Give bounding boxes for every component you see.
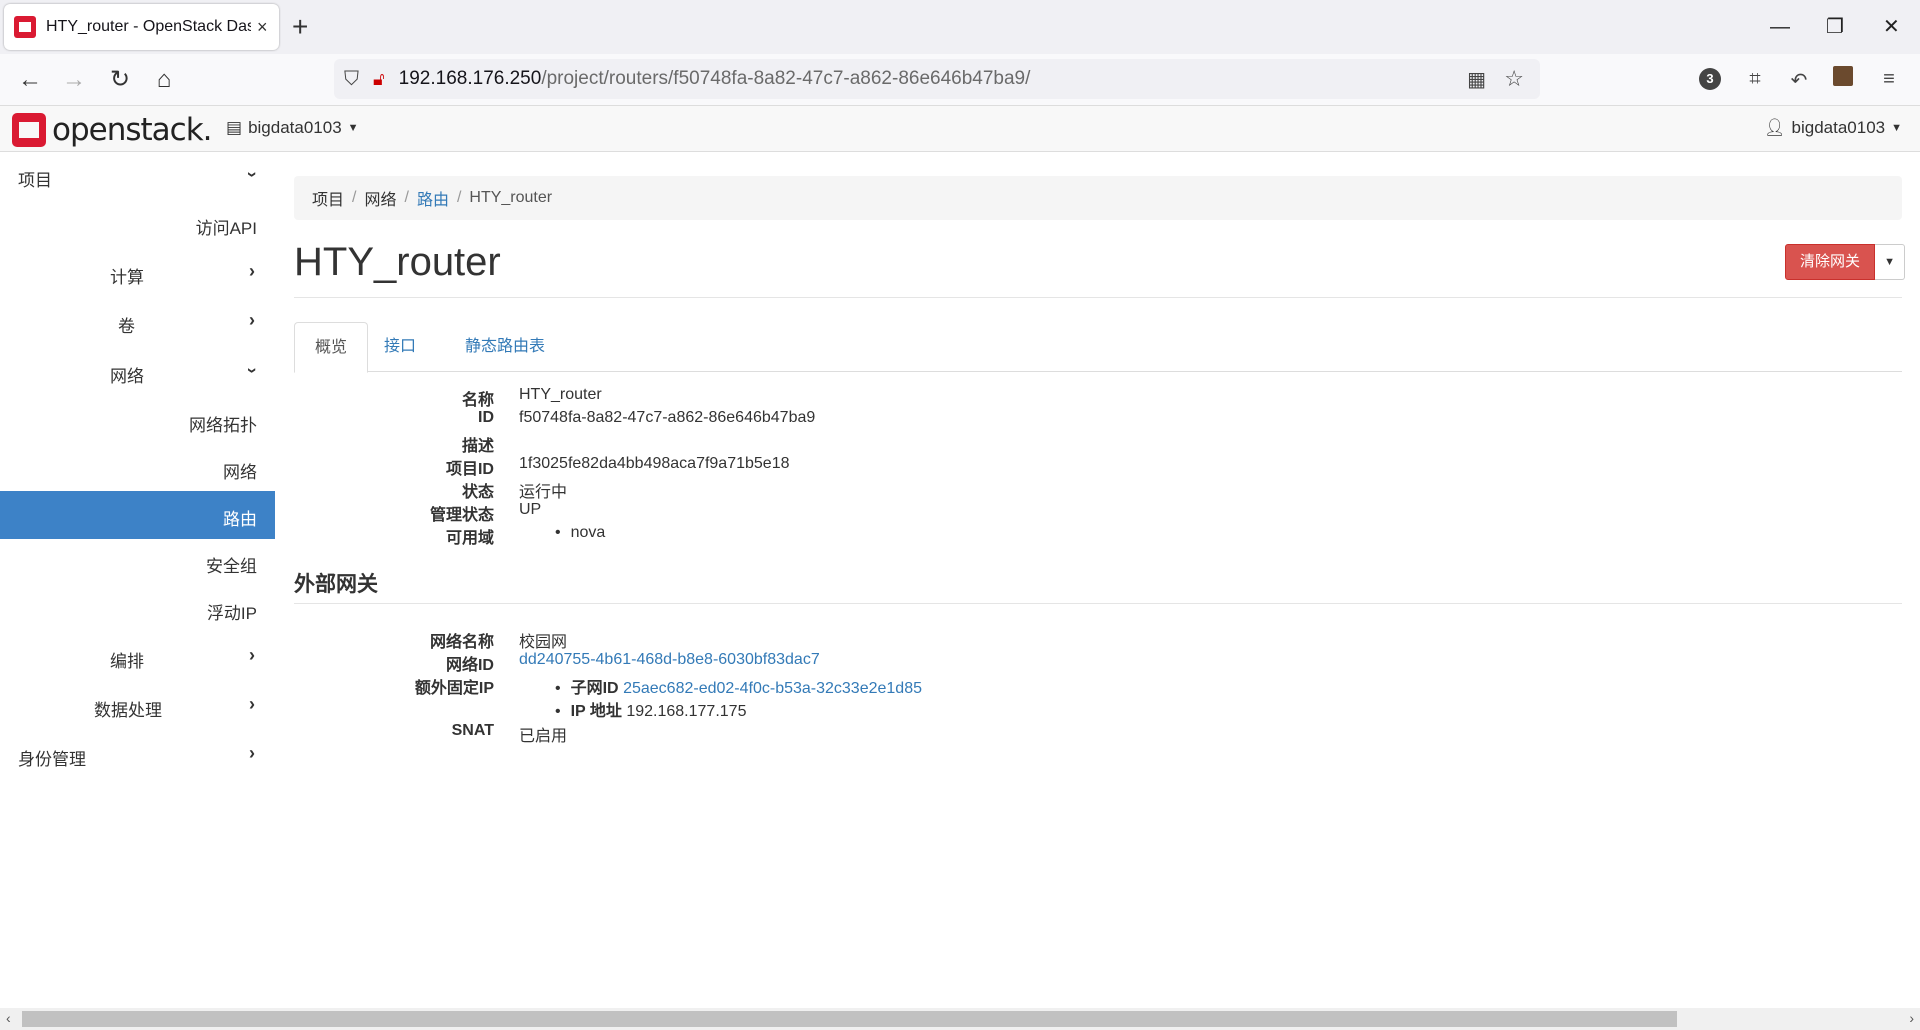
chevron-down-icon: ›: [242, 367, 263, 374]
minimize-icon[interactable]: —: [1770, 10, 1790, 44]
sidebar-item-project[interactable]: 项目 ›: [0, 152, 275, 200]
bullet-icon: •: [555, 680, 561, 697]
user-icon: 👤︎: [1763, 118, 1786, 137]
close-window-icon[interactable]: ✕: [1883, 10, 1900, 44]
caret-down-icon: ▼: [1884, 256, 1895, 268]
detail-tabs: 概览 接口 静态路由表: [294, 322, 1902, 373]
openstack-logo[interactable]: openstack.: [12, 112, 213, 148]
chevron-right-icon: ›: [249, 743, 255, 763]
breadcrumb-routers-link[interactable]: 路由: [417, 186, 449, 210]
horizontal-scrollbar[interactable]: ‹ ›: [0, 1008, 1920, 1030]
extension-badge[interactable]: 3: [1699, 68, 1721, 90]
detail-row-project-id: 项目ID 1f3025fe82da4bb498aca7f9a71b5e18: [445, 455, 790, 478]
chevron-right-icon: ›: [249, 261, 255, 281]
sidebar-item-volumes[interactable]: 卷 ›: [0, 298, 275, 346]
project-name: bigdata0103: [248, 118, 342, 137]
external-gateway-heading: 外部网关: [294, 573, 378, 596]
url-text[interactable]: 192.168.176.250/project/routers/f50748fa…: [399, 68, 1031, 90]
title-divider: [294, 297, 1902, 298]
sidebar-item-routers[interactable]: 路由: [0, 491, 275, 539]
tab-close-icon[interactable]: ×: [257, 17, 268, 38]
detail-row-status: 状态 运行中: [461, 484, 568, 501]
az-value: nova: [570, 524, 606, 541]
chevron-down-icon: ›: [242, 171, 263, 178]
breadcrumb: 项目 / 网络 / 路由 / HTY_router: [294, 176, 1902, 220]
sidebar-item-identity[interactable]: 身份管理 ›: [0, 731, 275, 779]
sidebar-item-floating-ips[interactable]: 浮动IP: [0, 585, 275, 633]
detail-row-description: 描述: [461, 438, 494, 455]
openstack-header: openstack. ▤ bigdata0103 ▼ 👤︎ bigdata010…: [0, 106, 1920, 152]
insecure-lock-icon[interactable]: 🔓︎: [373, 69, 385, 90]
detail-row-name: 名称 HTY_router: [461, 386, 602, 409]
breadcrumb-project: 项目: [312, 192, 345, 209]
sidebar-item-access-api[interactable]: 访问API: [0, 200, 275, 248]
caret-down-icon: ▼: [1891, 122, 1902, 134]
chevron-right-icon: ›: [249, 310, 255, 330]
reload-icon[interactable]: ↻: [104, 64, 136, 96]
chevron-right-icon: ›: [249, 645, 255, 665]
undo-icon[interactable]: ↶: [1786, 68, 1812, 93]
detail-row-id: ID f50748fa-8a82-47c7-a862-86e646b47ba9: [478, 409, 816, 426]
avatar[interactable]: [1830, 66, 1856, 92]
user-name: bigdata0103: [1791, 118, 1886, 137]
openstack-logo-icon: [12, 113, 46, 147]
sidebar-item-networks[interactable]: 网络: [0, 444, 275, 492]
detail-row-snat: SNAT 已启用: [451, 722, 568, 745]
browser-tab[interactable]: HTY_router - OpenStack Dashboard ×: [4, 4, 279, 50]
restore-icon[interactable]: ❐: [1826, 10, 1844, 44]
subnet-id-link[interactable]: 25aec682-ed02-4f0c-b53a-32c33e2e1d85: [623, 680, 922, 697]
scroll-left-icon[interactable]: ‹: [6, 1010, 11, 1026]
project-selector[interactable]: ▤ bigdata0103 ▼: [226, 118, 359, 138]
sidebar-item-orchestration[interactable]: 编排 ›: [0, 633, 275, 681]
shield-icon[interactable]: ⛉: [344, 68, 359, 91]
actions-dropdown-toggle[interactable]: ▼: [1875, 244, 1906, 280]
sidebar-item-compute[interactable]: 计算 ›: [0, 249, 275, 297]
clear-gateway-button[interactable]: 清除网关: [1785, 244, 1876, 280]
user-menu[interactable]: 👤︎ bigdata0103 ▼: [1764, 118, 1902, 138]
breadcrumb-current: HTY_router: [469, 189, 553, 206]
browser-tab-bar: HTY_router - OpenStack Dashboard × + — ❐…: [0, 0, 1920, 54]
bullet-icon: •: [555, 703, 561, 720]
browser-nav-bar: ← → ↻ ⌂ ⛉ 🔓︎ 192.168.176.250/project/rou…: [0, 54, 1920, 106]
home-icon[interactable]: ⌂: [148, 64, 180, 96]
menu-icon[interactable]: ≡: [1876, 68, 1902, 91]
new-tab-button[interactable]: +: [292, 10, 308, 44]
sidebar-item-network-topology[interactable]: 网络拓扑: [0, 397, 275, 445]
tab-static-routes[interactable]: 静态路由表: [445, 322, 565, 372]
network-id-link[interactable]: dd240755-4b61-468d-b8e8-6030bf83dac7: [519, 651, 820, 668]
openstack-favicon-icon: [14, 16, 36, 38]
back-icon[interactable]: ←: [14, 64, 46, 96]
caret-down-icon: ▼: [347, 122, 359, 134]
page-title: HTY_router: [294, 240, 501, 284]
sidebar: 项目 › 访问API 计算 › 卷 › 网络 › 网络拓扑 网络 路由 安全组 …: [0, 152, 275, 1008]
detail-row-admin-state: 管理状态 UP: [429, 501, 542, 524]
scrollbar-thumb[interactable]: [22, 1011, 1677, 1027]
detail-row-network-name: 网络名称 校园网: [429, 634, 568, 651]
chevron-right-icon: ›: [249, 694, 255, 714]
forward-icon[interactable]: →: [58, 64, 90, 96]
bullet-icon: •: [555, 524, 561, 541]
detail-row-fixed-ips: 额外固定IP • 子网ID 25aec682-ed02-4f0c-b53a-32c…: [414, 680, 922, 697]
sidebar-item-network[interactable]: 网络 ›: [0, 348, 275, 396]
sidebar-item-security-groups[interactable]: 安全组: [0, 538, 275, 586]
detail-row-ip-address: • IP 地址 192.168.177.175: [555, 703, 747, 720]
address-bar[interactable]: ⛉ 🔓︎ 192.168.176.250/project/routers/f50…: [334, 59, 1540, 99]
tab-interfaces[interactable]: 接口: [364, 322, 436, 372]
tab-title: HTY_router - OpenStack Dashboard: [46, 18, 251, 35]
section-divider: [294, 603, 1902, 604]
detail-row-availability-zone: 可用域 • nova: [445, 524, 606, 547]
breadcrumb-network: 网络: [364, 192, 397, 209]
crop-icon[interactable]: ⌗: [1742, 68, 1768, 91]
bookmark-star-icon[interactable]: ☆: [1504, 66, 1524, 92]
project-icon: ▤: [226, 118, 243, 137]
ip-address-value: 192.168.177.175: [626, 703, 747, 720]
sidebar-item-data-processing[interactable]: 数据处理 ›: [0, 682, 275, 730]
detail-row-network-id: 网络ID dd240755-4b61-468d-b8e8-6030bf83dac…: [445, 651, 820, 674]
action-button-group: 清除网关 ▼: [1785, 244, 1906, 280]
scroll-right-icon[interactable]: ›: [1909, 1010, 1914, 1026]
qr-code-icon[interactable]: ▦: [1467, 67, 1486, 92]
tab-overview[interactable]: 概览: [294, 322, 369, 373]
